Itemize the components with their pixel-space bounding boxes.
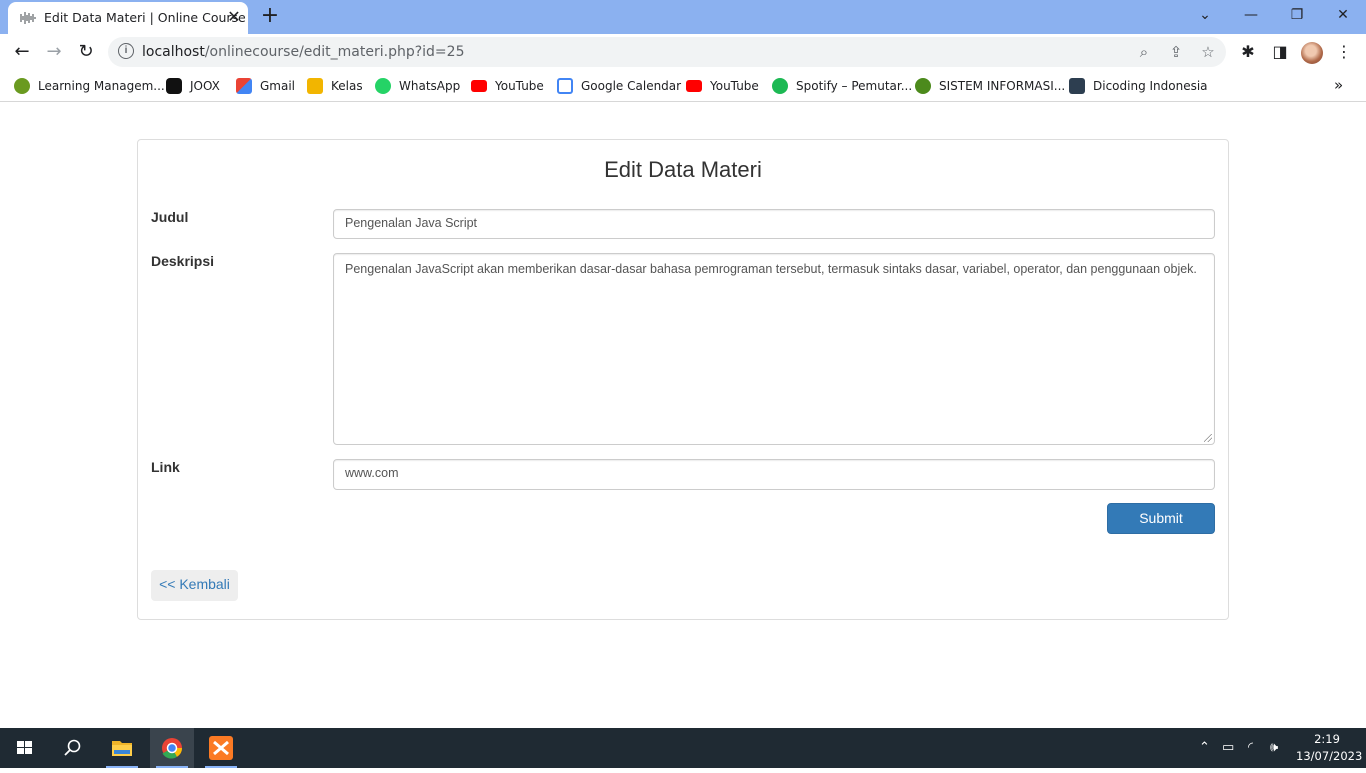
page-title: Edit Data Materi (604, 157, 762, 182)
bookmark-item[interactable]: Google Calendar (557, 77, 681, 95)
bookmarks-overflow-icon[interactable]: » (1334, 76, 1343, 94)
bookmark-label: JOOX (190, 79, 220, 93)
bookmark-item[interactable]: Learning Managem... (14, 77, 165, 95)
bookmark-star-icon[interactable]: ☆ (1198, 42, 1218, 62)
page-content: Edit Data Materi Judul Pengenalan Java S… (0, 103, 1366, 728)
deskripsi-text: Pengenalan JavaScript akan memberikan da… (345, 262, 1197, 276)
bookmark-label: SISTEM INFORMASI... (939, 79, 1066, 93)
file-explorer-taskbar-button[interactable] (100, 728, 144, 768)
browser-tab-active[interactable]: Edit Data Materi | Online Course ✕ (8, 2, 248, 34)
search-button[interactable] (50, 728, 94, 768)
tab-search-chevron-icon[interactable]: ⌄ (1182, 0, 1228, 30)
bookmark-label: Spotify – Pemutar... (796, 79, 913, 93)
address-bar[interactable]: i localhost/onlinecourse/edit_materi.php… (108, 37, 1226, 67)
url-text[interactable]: localhost/onlinecourse/edit_materi.php?i… (142, 44, 464, 60)
bookmark-item[interactable]: YouTube (686, 77, 759, 95)
bookmarks-bar: Learning Managem... JOOX Gmail Kelas Wha… (0, 70, 1366, 102)
bookmark-item[interactable]: SISTEM INFORMASI... (915, 77, 1065, 95)
joox-icon (166, 78, 182, 94)
bookmark-item[interactable]: Dicoding Indonesia (1069, 77, 1208, 95)
xampp-icon (209, 736, 233, 760)
bookmark-item[interactable]: Gmail (236, 77, 295, 95)
whatsapp-icon (375, 78, 391, 94)
folder-icon (112, 741, 132, 756)
bookmark-label: YouTube (710, 79, 759, 93)
judul-label: Judul (151, 209, 189, 225)
moodle-icon (14, 78, 30, 94)
site-info-icon[interactable]: i (118, 43, 134, 59)
kembali-button[interactable]: << Kembali (151, 570, 238, 601)
system-clock[interactable]: 2:19 13/07/2023 (1296, 731, 1363, 765)
chrome-icon (162, 738, 183, 759)
bookmark-label: Gmail (260, 79, 296, 93)
deskripsi-label: Deskripsi (151, 253, 215, 269)
bookmark-label: Kelas (331, 79, 363, 93)
bookmark-label: Google Calendar (581, 79, 682, 93)
minimize-button[interactable]: — (1228, 0, 1274, 30)
clock-time: 2:19 (1314, 732, 1340, 746)
tab-close-icon[interactable]: ✕ (224, 8, 244, 28)
bookmark-label: WhatsApp (399, 79, 461, 93)
volume-icon[interactable]: 🕪 (1270, 740, 1278, 755)
share-icon[interactable]: ⇪ (1166, 42, 1186, 62)
wifi-icon[interactable]: ◜ (1248, 740, 1253, 755)
bookmark-item[interactable]: JOOX (166, 77, 220, 95)
reload-icon[interactable]: ↻ (72, 38, 100, 66)
more-menu-icon[interactable]: ⋮ (1333, 41, 1355, 63)
dicoding-icon (1069, 78, 1085, 94)
windows-logo-icon (17, 741, 32, 754)
profile-avatar[interactable] (1301, 42, 1323, 64)
youtube-icon (471, 80, 487, 92)
side-panel-icon[interactable]: ◨ (1269, 41, 1291, 63)
forward-arrow-icon[interactable]: → (40, 38, 68, 66)
spotify-icon (772, 78, 788, 94)
bookmark-label: YouTube (495, 79, 544, 93)
bookmark-label: Dicoding Indonesia (1093, 79, 1208, 93)
zoom-icon[interactable]: ⌕ (1134, 42, 1154, 62)
audio-wave-icon (20, 12, 36, 24)
url-path: /onlinecourse/edit_materi.php?id=25 (204, 44, 465, 60)
start-button[interactable] (2, 728, 46, 768)
browser-titlebar: Edit Data Materi | Online Course ✕ + ⌄ —… (0, 0, 1366, 34)
deskripsi-textarea[interactable]: Pengenalan JavaScript akan memberikan da… (333, 253, 1215, 445)
xampp-taskbar-button[interactable] (199, 728, 243, 768)
gmail-icon (236, 78, 252, 94)
link-label: Link (151, 459, 180, 475)
url-host: localhost (142, 44, 205, 60)
university-icon (915, 78, 931, 94)
classroom-icon (307, 78, 323, 94)
bookmark-label: Learning Managem... (38, 79, 165, 93)
youtube-icon (686, 80, 702, 92)
bookmark-item[interactable]: Spotify – Pemutar... (772, 77, 912, 95)
extensions-puzzle-icon[interactable]: ✱ (1237, 41, 1259, 63)
battery-icon[interactable]: ▭ (1222, 740, 1234, 755)
edit-materi-panel: Edit Data Materi Judul Pengenalan Java S… (137, 139, 1229, 620)
back-arrow-icon[interactable]: ← (8, 38, 36, 66)
browser-toolbar: ← → ↻ i localhost/onlinecourse/edit_mate… (0, 34, 1366, 70)
submit-button[interactable]: Submit (1107, 503, 1215, 534)
bookmark-item[interactable]: WhatsApp (375, 77, 460, 95)
tab-title: Edit Data Materi | Online Course (44, 10, 246, 25)
calendar-icon (557, 78, 573, 94)
close-window-button[interactable]: ✕ (1320, 0, 1366, 30)
restore-button[interactable]: ❐ (1274, 0, 1320, 30)
new-tab-button[interactable]: + (258, 4, 282, 28)
clock-date: 13/07/2023 (1296, 749, 1363, 763)
link-input[interactable]: www.com (333, 459, 1215, 490)
taskbar: ⌃ ▭ ◜ 🕪 2:19 13/07/2023 (0, 728, 1366, 768)
bookmark-item[interactable]: YouTube (471, 77, 544, 95)
search-icon (64, 739, 81, 756)
bookmark-item[interactable]: Kelas (307, 77, 363, 95)
chevron-up-icon[interactable]: ⌃ (1199, 740, 1210, 755)
chrome-taskbar-button[interactable] (150, 728, 194, 768)
judul-input[interactable]: Pengenalan Java Script (333, 209, 1215, 239)
resize-handle-icon[interactable] (1204, 434, 1212, 442)
